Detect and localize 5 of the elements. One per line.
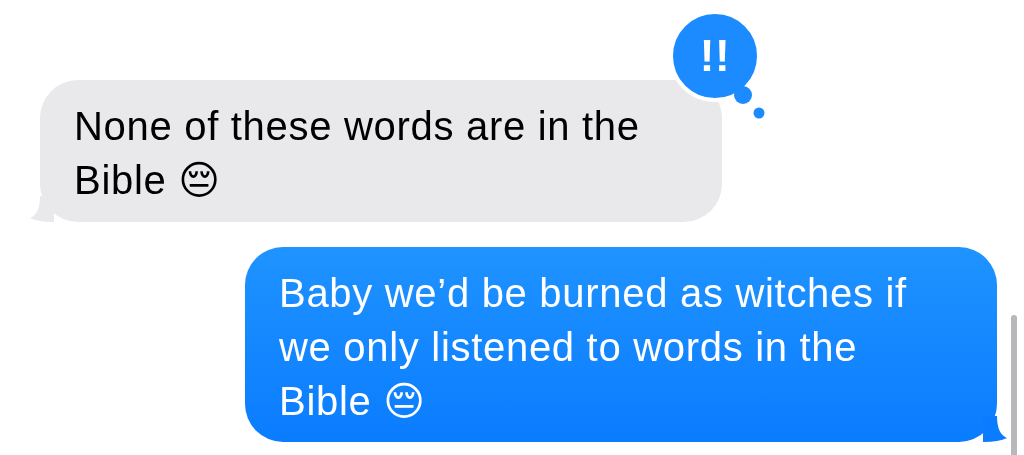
message-text: Baby we’d be burned as witches if we only listened to words in the Bible 😔: [279, 271, 907, 423]
scroll-bar[interactable]: [1011, 315, 1017, 455]
message-text: None of these words are in the Bible 😔: [74, 104, 640, 202]
badge-tail-dots-icon: [733, 85, 765, 119]
bubble-tail: [983, 416, 1007, 442]
